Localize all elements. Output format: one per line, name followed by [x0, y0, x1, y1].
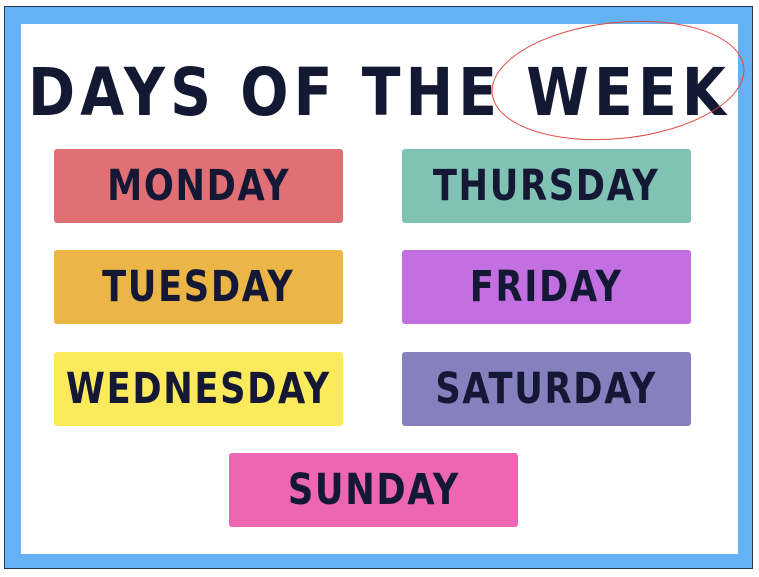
day-label-saturday: SATURDAY [435, 364, 658, 414]
day-label-tuesday: TUESDAY [102, 262, 295, 312]
title-word-of: OF [240, 53, 338, 131]
day-card-monday: MONDAY [54, 149, 343, 223]
day-label-sunday: SUNDAY [287, 465, 460, 515]
title-word-days: DAYS [27, 53, 217, 131]
day-card-friday: FRIDAY [402, 250, 691, 324]
day-card-sunday: SUNDAY [229, 453, 518, 527]
day-card-tuesday: TUESDAY [54, 250, 343, 324]
day-card-thursday: THURSDAY [402, 149, 691, 223]
day-label-wednesday: WEDNESDAY [66, 364, 331, 414]
day-label-thursday: THURSDAY [433, 161, 660, 211]
day-label-friday: FRIDAY [470, 262, 623, 312]
day-label-monday: MONDAY [106, 161, 291, 211]
title-word-the: THE [361, 53, 503, 131]
day-card-saturday: SATURDAY [402, 352, 691, 426]
day-card-wednesday: WEDNESDAY [54, 352, 343, 426]
